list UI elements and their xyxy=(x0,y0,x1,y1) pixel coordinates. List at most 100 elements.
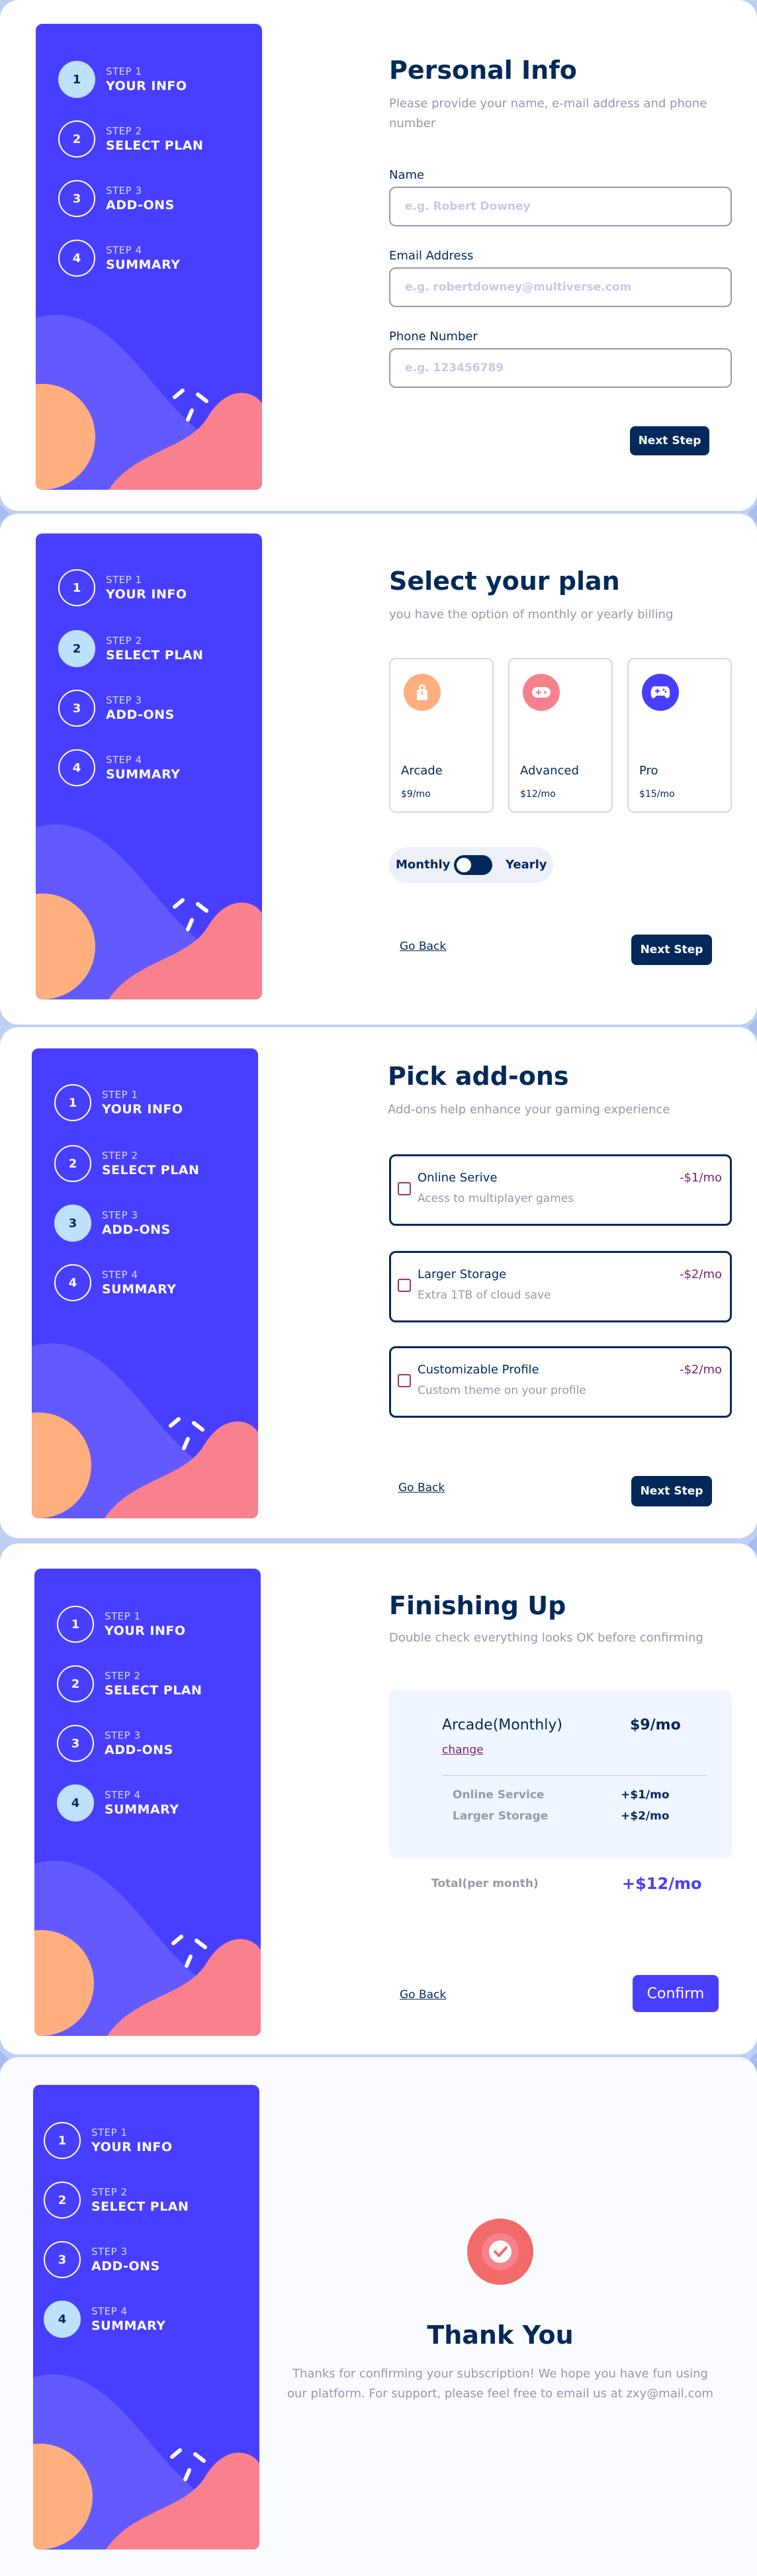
change-plan-link[interactable]: change xyxy=(442,1743,484,1757)
addon-description: Extra 1TB of cloud save xyxy=(418,1289,551,1302)
step-item-your-info[interactable]: 1 STEP 1 YOUR INFO xyxy=(58,61,187,98)
step-item-summary[interactable]: 4 STEP 4 SUMMARY xyxy=(58,749,180,786)
step-item-summary[interactable]: 4 STEP 4 SUMMARY xyxy=(57,1784,179,1821)
page-subtitle: Double check everything looks OK before … xyxy=(389,1631,703,1645)
addon-checkbox[interactable] xyxy=(398,1182,411,1195)
plan-name: Arcade xyxy=(401,764,443,778)
step-number: 4 xyxy=(58,749,95,786)
step-caption: STEP 4 xyxy=(106,244,142,256)
addon-price: -$2/mo xyxy=(679,1363,722,1377)
step-item-select-plan[interactable]: 2 STEP 2 SELECT PLAN xyxy=(44,2182,189,2219)
phone-label: Phone Number xyxy=(389,330,478,344)
step-caption: STEP 1 xyxy=(91,2127,128,2139)
step-title: SUMMARY xyxy=(105,1802,179,1817)
step-sidebar: 1 STEP 1 YOUR INFO 2 STEP 2 SELECT PLAN 3 … xyxy=(34,1569,261,2036)
toggle-knob xyxy=(457,858,471,872)
addon-larger-storage[interactable]: Larger Storage Extra 1TB of cloud save -… xyxy=(389,1251,732,1322)
step-sidebar: 1 STEP 1 YOUR INFO 2 STEP 2 SELECT PLAN 3 … xyxy=(32,1048,258,1518)
addon-checkbox[interactable] xyxy=(398,1279,411,1292)
step-item-your-info[interactable]: 1 STEP 1 YOUR INFO xyxy=(44,2122,173,2159)
step-item-add-ons[interactable]: 3 STEP 3 ADD-ONS xyxy=(44,2241,160,2278)
go-back-link[interactable]: Go Back xyxy=(400,940,446,953)
go-back-link[interactable]: Go Back xyxy=(400,1988,446,2001)
step-caption: STEP 1 xyxy=(105,1610,141,1622)
step-number: 1 xyxy=(54,1084,91,1121)
step-item-select-plan[interactable]: 2 STEP 2 SELECT PLAN xyxy=(58,120,203,158)
email-input[interactable] xyxy=(389,267,732,307)
addon-description: Custom theme on your profile xyxy=(418,1384,586,1397)
plan-option-arcade[interactable]: Arcade $9/mo xyxy=(389,658,494,813)
step-item-your-info[interactable]: 1 STEP 1 YOUR INFO xyxy=(54,1084,183,1121)
step-item-add-ons[interactable]: 3 STEP 3 ADD-ONS xyxy=(58,180,175,217)
arcade-icon xyxy=(404,674,441,711)
plan-option-pro[interactable]: Pro $15/mo xyxy=(627,658,732,813)
step-item-summary[interactable]: 4 STEP 4 SUMMARY xyxy=(44,2301,165,2338)
page-subtitle: Please provide your name, e-mail address… xyxy=(389,97,707,130)
step-item-summary[interactable]: 4 STEP 4 SUMMARY xyxy=(58,240,180,277)
page-title: Select your plan xyxy=(389,567,620,596)
step-item-your-info[interactable]: 1 STEP 1 YOUR INFO xyxy=(58,569,187,606)
step-number: 2 xyxy=(44,2182,81,2219)
step-title: YOUR INFO xyxy=(105,1624,186,1638)
addon-name: Customizable Profile xyxy=(418,1363,539,1377)
summary-line-price: +$2/mo xyxy=(621,1810,670,1823)
step-caption: STEP 1 xyxy=(102,1089,138,1101)
next-step-button[interactable]: Next Step xyxy=(631,935,712,965)
personal-info-card: 1 STEP 1 YOUR INFO 2 STEP 2 SELECT PLAN 3 … xyxy=(0,0,757,511)
step-number: 3 xyxy=(57,1725,94,1762)
step-caption: STEP 4 xyxy=(91,2305,128,2317)
step-item-select-plan[interactable]: 2 STEP 2 SELECT PLAN xyxy=(54,1145,199,1182)
step-number: 1 xyxy=(57,1606,94,1643)
step-item-select-plan[interactable]: 2 STEP 2 SELECT PLAN xyxy=(58,630,203,667)
next-step-button[interactable]: Next Step xyxy=(631,1476,712,1506)
monthly-label[interactable]: Monthly xyxy=(396,858,450,872)
go-back-link[interactable]: Go Back xyxy=(398,1481,445,1495)
page-title: Personal Info xyxy=(389,56,577,85)
add-ons-card: 1 STEP 1 YOUR INFO 2 STEP 2 SELECT PLAN 3 … xyxy=(0,1027,757,1538)
select-plan-card: 1 STEP 1 YOUR INFO 2 STEP 2 SELECT PLAN 3 … xyxy=(0,514,757,1025)
step-number: 2 xyxy=(58,120,95,158)
summary-line-name: Online Service xyxy=(453,1788,545,1802)
step-item-add-ons[interactable]: 3 STEP 3 ADD-ONS xyxy=(54,1205,171,1242)
step-caption: STEP 3 xyxy=(91,2246,128,2258)
phone-input[interactable] xyxy=(389,348,732,388)
step-item-add-ons[interactable]: 3 STEP 3 ADD-ONS xyxy=(57,1725,173,1762)
step-title: ADD-ONS xyxy=(105,1743,173,1757)
pro-icon xyxy=(642,674,679,711)
step-title: ADD-ONS xyxy=(91,2259,160,2274)
step-title: SELECT PLAN xyxy=(106,138,204,153)
step-caption: STEP 1 xyxy=(106,574,142,586)
plan-option-advanced[interactable]: Advanced $12/mo xyxy=(508,658,613,813)
step-caption: STEP 2 xyxy=(105,1670,141,1682)
plan-price: $9/mo xyxy=(401,789,431,800)
plan-price: $15/mo xyxy=(639,789,675,800)
addon-checkbox[interactable] xyxy=(398,1374,411,1387)
step-item-add-ons[interactable]: 3 STEP 3 ADD-ONS xyxy=(58,690,175,727)
addon-online-service[interactable]: Online Serive Acess to multiplayer games… xyxy=(389,1154,732,1226)
step-title: SUMMARY xyxy=(106,257,181,272)
thank-you-card: 1 STEP 1 YOUR INFO 2 STEP 2 SELECT PLAN 3 … xyxy=(0,2057,757,2576)
step-caption: STEP 3 xyxy=(106,694,142,706)
addon-customizable-profile[interactable]: Customizable Profile Custom theme on you… xyxy=(389,1346,732,1418)
step-caption: STEP 3 xyxy=(106,185,142,197)
step-caption: STEP 3 xyxy=(105,1729,141,1741)
confirm-button[interactable]: Confirm xyxy=(633,1975,719,2012)
step-item-select-plan[interactable]: 2 STEP 2 SELECT PLAN xyxy=(57,1665,202,1702)
step-title: ADD-ONS xyxy=(102,1222,171,1237)
selected-plan-price: $9/mo xyxy=(630,1717,681,1733)
step-item-your-info[interactable]: 1 STEP 1 YOUR INFO xyxy=(57,1606,186,1643)
summary-line-name: Larger Storage xyxy=(453,1810,549,1823)
next-step-button[interactable]: Next Step xyxy=(630,426,709,455)
yearly-label[interactable]: Yearly xyxy=(506,858,547,872)
step-title: ADD-ONS xyxy=(106,198,175,212)
name-input[interactable] xyxy=(389,187,732,226)
step-sidebar: 1 STEP 1 YOUR INFO 2 STEP 2 SELECT PLAN 3 … xyxy=(36,533,262,999)
thank-you-message: Thanks for confirming your subscription!… xyxy=(287,2367,713,2401)
summary-card: 1 STEP 1 YOUR INFO 2 STEP 2 SELECT PLAN 3 … xyxy=(0,1543,757,2054)
total-value: +$12/mo xyxy=(622,1874,702,1893)
step-number: 3 xyxy=(58,690,95,727)
billing-toggle[interactable] xyxy=(454,855,492,875)
step-number: 2 xyxy=(54,1145,91,1182)
step-number: 4 xyxy=(44,2301,81,2338)
step-item-summary[interactable]: 4 STEP 4 SUMMARY xyxy=(54,1264,176,1301)
